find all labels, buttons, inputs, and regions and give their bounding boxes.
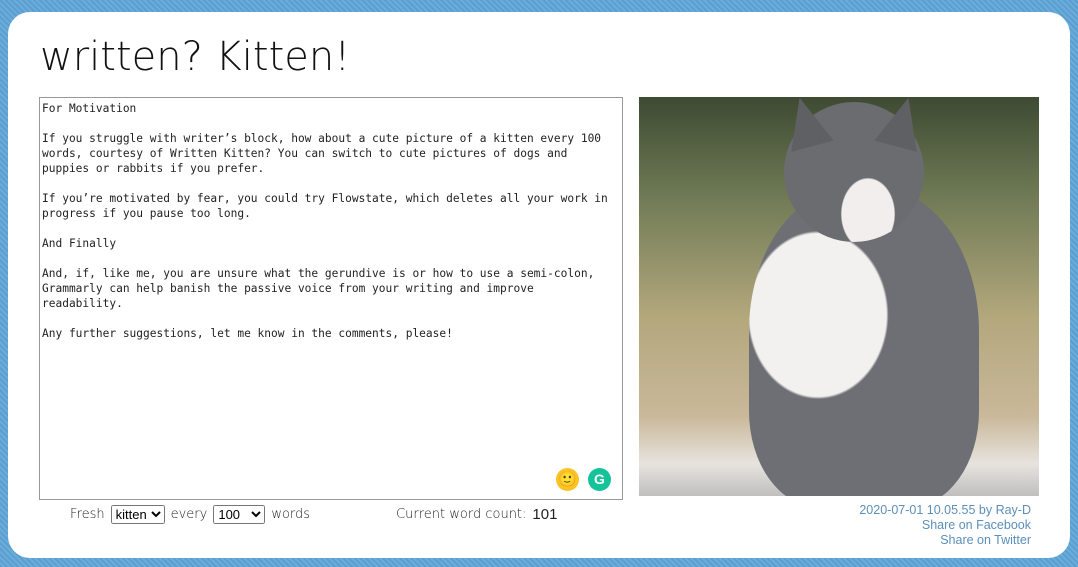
grammarly-icon[interactable]: G bbox=[588, 468, 611, 491]
animal-select[interactable]: kitten bbox=[110, 505, 165, 524]
every-label: every bbox=[170, 507, 208, 522]
cat-ear bbox=[778, 97, 834, 152]
fresh-label: Fresh bbox=[70, 507, 105, 522]
word-count-label: Current word count: bbox=[396, 507, 527, 522]
smiley-icon[interactable]: 🙂 bbox=[556, 468, 579, 491]
kitten-photo bbox=[639, 97, 1039, 496]
photo-credit-link[interactable]: 2020-07-01 10.05.55 by Ray-D bbox=[859, 503, 1031, 518]
main-card: written? Kitten! For Motivation If you s… bbox=[8, 12, 1070, 558]
words-label: words bbox=[271, 507, 311, 522]
settings-bar: Fresh kitten every 100 words Current wor… bbox=[70, 505, 557, 524]
share-facebook-link[interactable]: Share on Facebook bbox=[859, 518, 1031, 533]
word-count-value: 101 bbox=[532, 506, 558, 523]
words-select[interactable]: 100 bbox=[213, 505, 266, 524]
writing-textarea[interactable]: For Motivation If you struggle with writ… bbox=[39, 97, 623, 500]
cat-head-shape bbox=[778, 97, 930, 242]
page-title: written? Kitten! bbox=[40, 34, 351, 80]
photo-meta: 2020-07-01 10.05.55 by Ray-D Share on Fa… bbox=[859, 503, 1031, 548]
cat-ear bbox=[874, 97, 930, 152]
share-twitter-link[interactable]: Share on Twitter bbox=[859, 533, 1031, 548]
